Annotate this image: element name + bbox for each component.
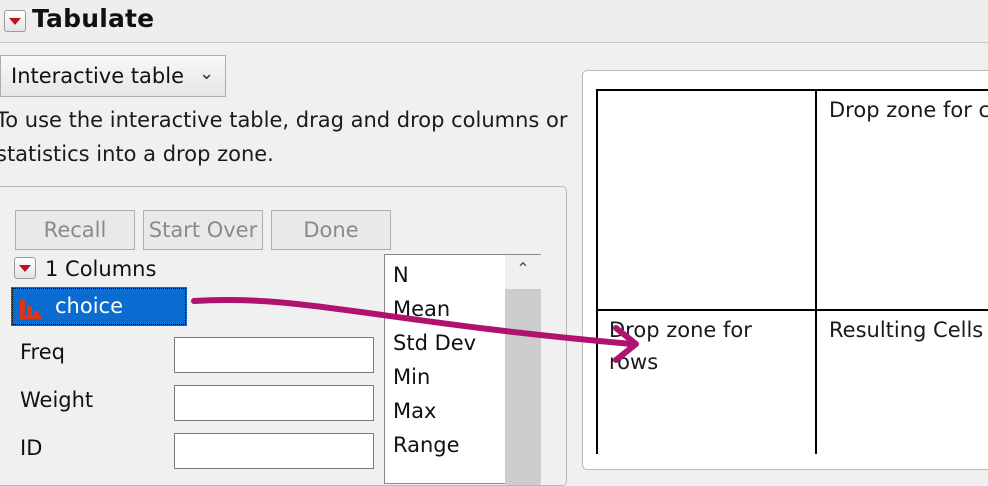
column-item-label: choice xyxy=(55,294,124,318)
table-border-top xyxy=(596,89,988,91)
start-over-button[interactable]: Start Over xyxy=(143,210,263,250)
columns-header: 1 Columns xyxy=(45,257,157,281)
table-divider-vertical xyxy=(815,89,817,454)
dropdown-value: Interactive table xyxy=(11,64,184,88)
instructions-text: To use the interactive table, drag and d… xyxy=(0,108,568,166)
stat-item[interactable]: Std Dev xyxy=(393,331,476,355)
done-button[interactable]: Done xyxy=(271,210,391,250)
id-field[interactable] xyxy=(174,433,374,469)
resulting-cells-zone: Resulting Cells xyxy=(829,318,984,342)
id-label: ID xyxy=(20,436,43,460)
row-drop-zone[interactable]: Drop zone for rows xyxy=(609,314,799,378)
freq-field[interactable] xyxy=(174,337,374,373)
window-title: Tabulate xyxy=(32,4,155,33)
statistics-scrollbar[interactable]: ⌃ xyxy=(505,255,541,485)
statistics-list[interactable]: N Mean Std Dev Min Max Range ⌃ xyxy=(384,254,541,485)
stat-item[interactable]: Min xyxy=(393,365,430,389)
scroll-up-icon[interactable]: ⌃ xyxy=(505,259,541,278)
disclosure-triangle-icon[interactable] xyxy=(4,10,26,32)
stat-item[interactable]: Mean xyxy=(393,297,450,321)
table-mode-dropdown[interactable]: Interactive table ⌄ xyxy=(0,55,226,97)
bar-chart-icon xyxy=(20,295,44,319)
table-divider-horizontal xyxy=(596,309,988,311)
stat-item[interactable]: Range xyxy=(393,433,460,457)
table-border-left xyxy=(596,89,598,454)
chevron-down-icon: ⌄ xyxy=(199,63,215,84)
weight-field[interactable] xyxy=(174,385,374,421)
column-drop-zone[interactable]: Drop zone for c xyxy=(829,94,988,126)
stat-item[interactable]: N xyxy=(393,263,409,287)
table-panel xyxy=(582,70,988,470)
weight-label: Weight xyxy=(20,388,94,412)
title-bar: Tabulate xyxy=(0,0,988,43)
scrollbar-thumb[interactable] xyxy=(505,289,541,485)
freq-label: Freq xyxy=(20,340,65,364)
recall-button[interactable]: Recall xyxy=(15,210,135,250)
column-item-choice[interactable]: choice xyxy=(11,287,187,326)
stat-item[interactable]: Max xyxy=(393,399,436,423)
columns-disclosure-icon[interactable] xyxy=(14,257,36,279)
